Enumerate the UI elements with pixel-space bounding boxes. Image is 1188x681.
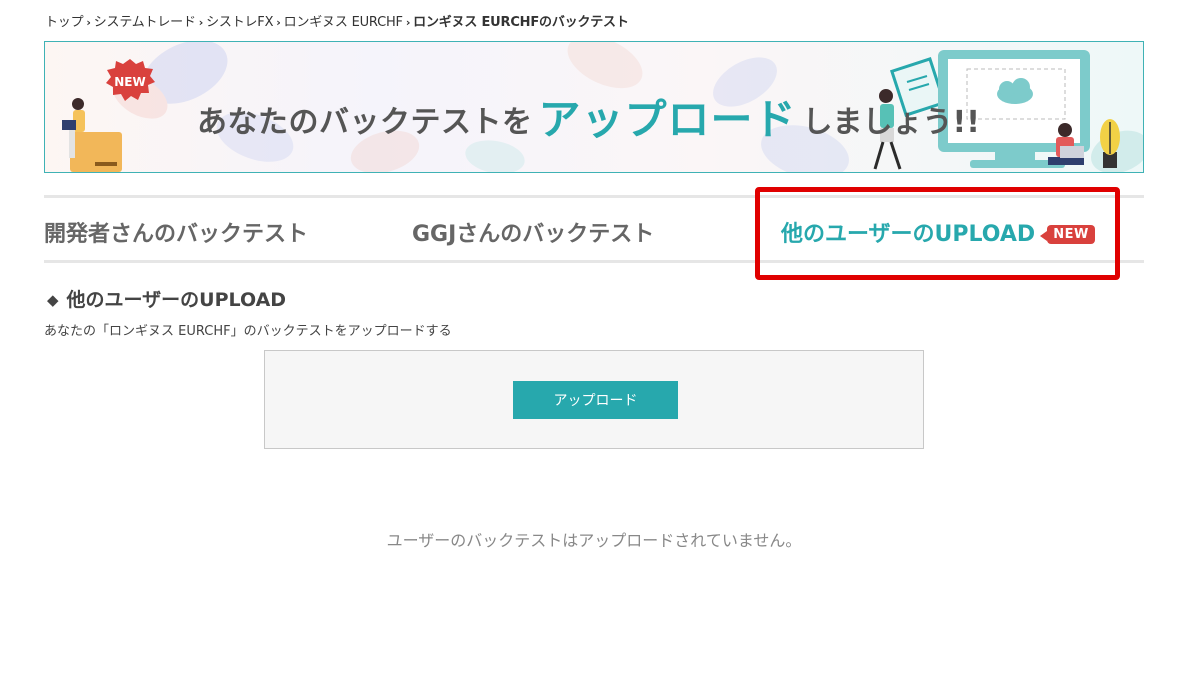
breadcrumb: トップ › システムトレード › シストレFX › ロンギヌス EURCHF › ロンギヌス E…: [45, 11, 629, 30]
plant-icon: [1100, 119, 1120, 168]
section-title: ◆ 他のユーザーのUPLOAD: [47, 285, 286, 312]
section-title-text: 他のユーザーのUPLOAD: [66, 289, 287, 311]
breadcrumb-separator: ›: [405, 16, 411, 29]
banner-text-prefix: あなたのバックテストを: [197, 105, 533, 140]
tab-developer-backtest[interactable]: 開発者さんのバックテスト: [44, 216, 308, 248]
banner-text-suffix: しましょう!!: [802, 105, 980, 140]
upload-panel: アップロード: [264, 350, 924, 449]
banner-text-highlight: アップロード: [538, 95, 797, 144]
breadcrumb-separator: ›: [86, 16, 91, 29]
breadcrumb-item-top[interactable]: トップ: [45, 15, 84, 30]
section-description: あなたの「ロンギヌス EURCHF」のバックテストをアップロードする: [44, 324, 452, 339]
breadcrumb-item-strategy[interactable]: ロンギヌス EURCHF: [284, 15, 403, 30]
diamond-icon: ◆: [47, 291, 59, 309]
new-badge-text: NEW: [114, 75, 145, 89]
empty-state-message: ユーザーのバックテストはアップロードされていません。: [386, 531, 802, 550]
breadcrumb-separator: ›: [276, 16, 281, 29]
tab-ggj-backtest[interactable]: GGJさんのバックテスト: [412, 216, 654, 248]
breadcrumb-item-sistorefx[interactable]: シストレFX: [206, 15, 273, 30]
breadcrumb-item-systemtrade[interactable]: システムトレード: [94, 15, 196, 30]
banner-headline: あなたのバックテストを アップロード しましょう!!: [197, 84, 980, 145]
breadcrumb-current: ロンギヌス EURCHFのバックテスト: [413, 15, 629, 30]
person-with-box-icon: [62, 98, 122, 172]
upload-banner[interactable]: NEW あなたのバックテストを アップロード しましょう!!: [44, 41, 1144, 173]
highlight-annotation-box: [755, 187, 1120, 280]
breadcrumb-separator: ›: [198, 16, 204, 29]
upload-button[interactable]: アップロード: [513, 381, 678, 419]
